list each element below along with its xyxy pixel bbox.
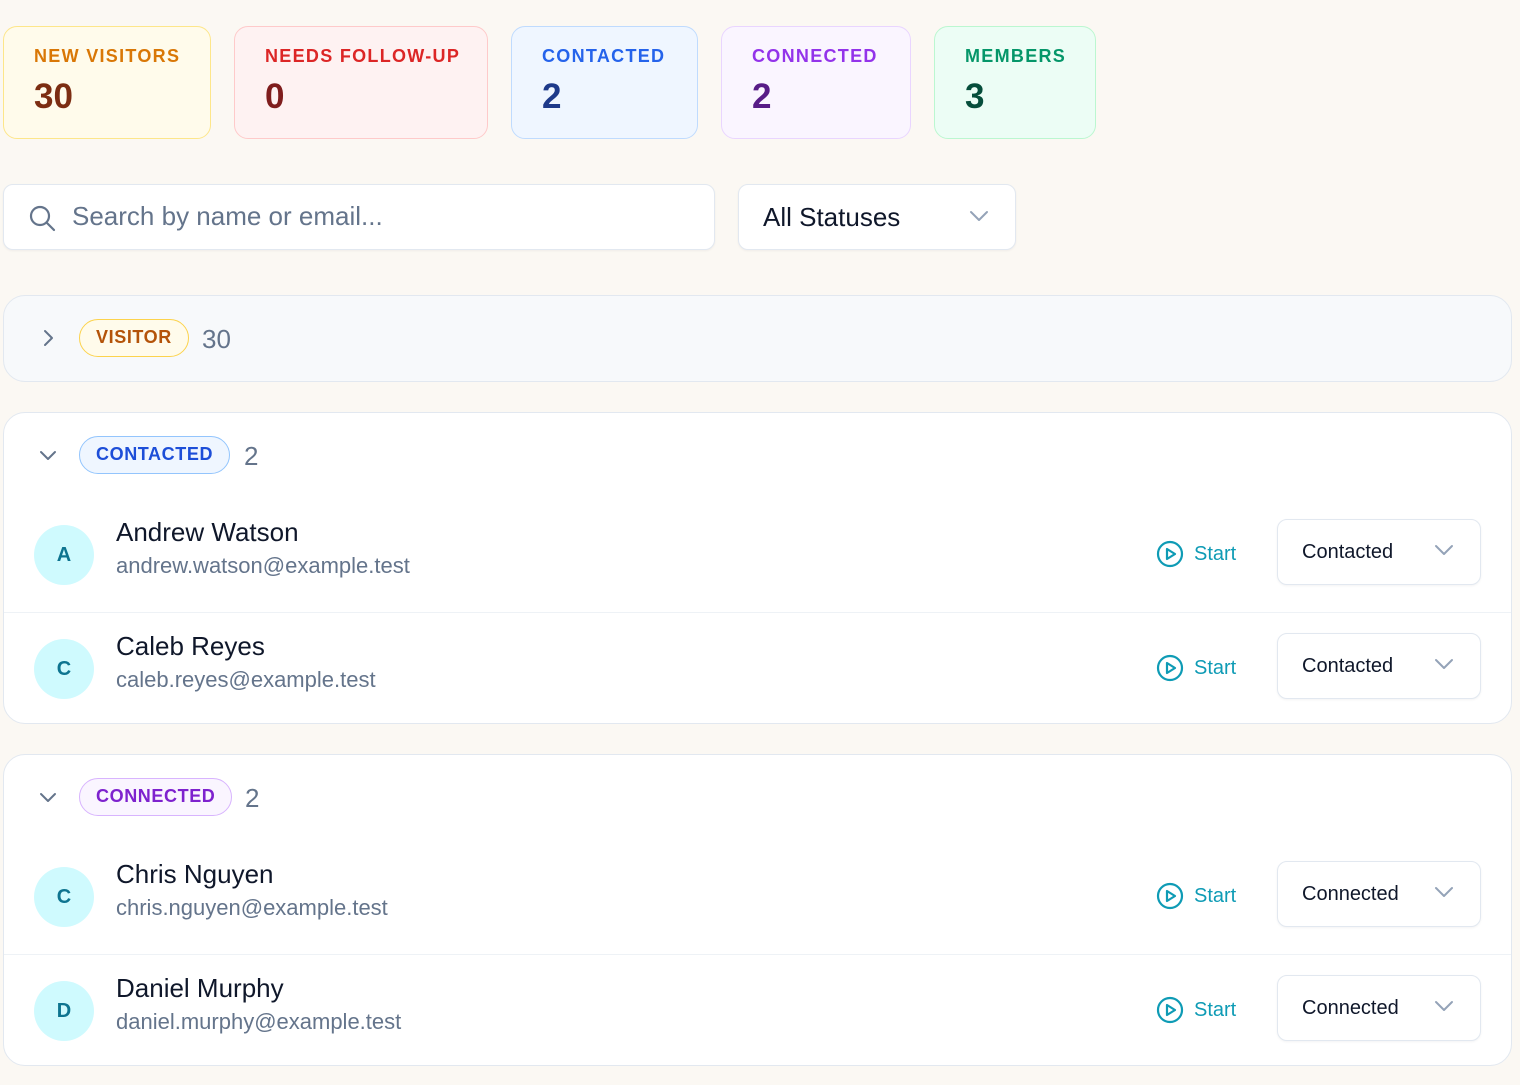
member-status-select[interactable]: Contacted bbox=[1277, 633, 1481, 699]
stat-value: 3 bbox=[965, 77, 985, 116]
start-button[interactable]: Start bbox=[1156, 539, 1236, 569]
stat-value: 0 bbox=[265, 77, 285, 116]
group-badge: VISITOR bbox=[79, 319, 189, 357]
start-label: Start bbox=[1194, 884, 1237, 907]
list-item: D Daniel Murphy daniel.murphy@example.te… bbox=[4, 954, 1511, 1065]
status-filter-select[interactable]: All Statuses bbox=[738, 184, 1016, 250]
member-status-select[interactable]: Connected bbox=[1277, 975, 1481, 1041]
group-count: 2 bbox=[244, 441, 259, 471]
group-header[interactable]: CONTACTED 2 bbox=[4, 413, 1511, 499]
stat-card-new-visitors[interactable]: NEW VISITORS 30 bbox=[3, 26, 211, 139]
chevron-down-icon[interactable] bbox=[37, 786, 59, 813]
member-name[interactable]: Daniel Murphy bbox=[116, 973, 284, 1004]
list-item: A Andrew Watson andrew.watson@example.te… bbox=[4, 499, 1511, 612]
search-box bbox=[3, 184, 715, 250]
stat-value: 2 bbox=[542, 77, 562, 116]
member-email: caleb.reyes@example.test bbox=[116, 667, 376, 692]
member-email: andrew.watson@example.test bbox=[116, 553, 410, 578]
stat-label: NEEDS FOLLOW-UP bbox=[265, 46, 461, 66]
member-name[interactable]: Andrew Watson bbox=[116, 517, 299, 548]
chevron-down-icon bbox=[1434, 885, 1454, 904]
chevron-down-icon[interactable] bbox=[37, 444, 59, 471]
avatar: C bbox=[34, 867, 94, 927]
start-label: Start bbox=[1194, 998, 1237, 1021]
list-item: C Chris Nguyen chris.nguyen@example.test… bbox=[4, 841, 1511, 954]
play-circle-icon bbox=[1156, 882, 1184, 910]
stat-card-members[interactable]: MEMBERS 3 bbox=[934, 26, 1096, 139]
member-status-value: Connected bbox=[1302, 883, 1399, 905]
member-status-value: Connected bbox=[1302, 997, 1399, 1019]
list-item: C Caleb Reyes caleb.reyes@example.test S… bbox=[4, 612, 1511, 723]
stat-card-connected[interactable]: CONNECTED 2 bbox=[721, 26, 911, 139]
member-status-select[interactable]: Contacted bbox=[1277, 519, 1481, 585]
start-label: Start bbox=[1194, 656, 1237, 679]
chevron-right-icon[interactable] bbox=[37, 327, 59, 354]
stat-label: NEW VISITORS bbox=[34, 46, 181, 66]
chevron-down-icon bbox=[969, 209, 989, 228]
search-icon bbox=[28, 204, 56, 237]
start-button[interactable]: Start bbox=[1156, 653, 1236, 683]
member-status-value: Contacted bbox=[1302, 541, 1394, 563]
stat-card-needs-follow-up[interactable]: NEEDS FOLLOW-UP 0 bbox=[234, 26, 488, 139]
member-name[interactable]: Chris Nguyen bbox=[116, 859, 274, 890]
stat-card-contacted[interactable]: CONTACTED 2 bbox=[511, 26, 698, 139]
play-circle-icon bbox=[1156, 996, 1184, 1024]
group-badge: CONNECTED bbox=[79, 778, 233, 816]
start-button[interactable]: Start bbox=[1156, 881, 1236, 911]
group-count: 30 bbox=[202, 324, 231, 354]
member-status-value: Contacted bbox=[1302, 655, 1394, 677]
play-circle-icon bbox=[1156, 540, 1184, 568]
stat-label: CONTACTED bbox=[542, 46, 666, 66]
stat-label: MEMBERS bbox=[965, 46, 1067, 66]
member-email: daniel.murphy@example.test bbox=[116, 1009, 402, 1034]
chevron-down-icon bbox=[1434, 999, 1454, 1018]
start-label: Start bbox=[1194, 542, 1237, 565]
group-contacted: CONTACTED 2 A Andrew Watson andrew.watso… bbox=[3, 412, 1512, 724]
start-button[interactable]: Start bbox=[1156, 995, 1236, 1025]
stat-label: CONNECTED bbox=[752, 46, 878, 66]
member-status-select[interactable]: Connected bbox=[1277, 861, 1481, 927]
avatar: D bbox=[34, 981, 94, 1041]
avatar: C bbox=[34, 639, 94, 699]
member-email: chris.nguyen@example.test bbox=[116, 895, 388, 920]
group-badge: CONTACTED bbox=[79, 436, 231, 474]
play-circle-icon bbox=[1156, 654, 1184, 682]
stat-value: 2 bbox=[752, 77, 772, 116]
member-name[interactable]: Caleb Reyes bbox=[116, 631, 265, 662]
avatar: A bbox=[34, 525, 94, 585]
group-connected: CONNECTED 2 C Chris Nguyen chris.nguyen@… bbox=[3, 754, 1512, 1066]
group-header[interactable]: VISITOR 30 bbox=[4, 296, 1511, 381]
stat-value: 30 bbox=[34, 77, 73, 116]
search-input[interactable] bbox=[72, 185, 692, 248]
status-filter-value: All Statuses bbox=[763, 202, 901, 232]
group-visitor: VISITOR 30 bbox=[3, 295, 1512, 382]
group-count: 2 bbox=[245, 783, 260, 813]
chevron-down-icon bbox=[1434, 657, 1454, 676]
group-header[interactable]: CONNECTED 2 bbox=[4, 755, 1511, 841]
chevron-down-icon bbox=[1434, 543, 1454, 562]
